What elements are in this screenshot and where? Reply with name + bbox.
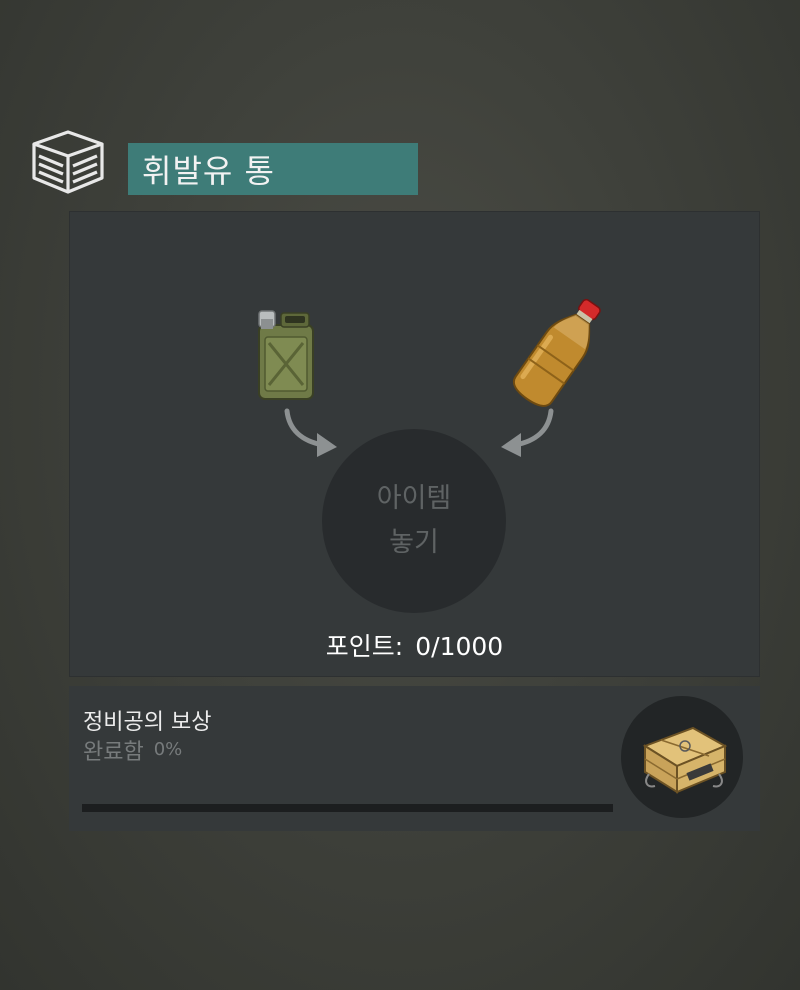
reward-item-slot[interactable] — [621, 696, 743, 818]
drop-label-line2: 놓기 — [389, 527, 439, 558]
reward-progress-bar — [82, 804, 613, 812]
points-label: 포인트: — [325, 632, 404, 661]
arrow-left-icon — [281, 407, 343, 459]
arrow-right-icon — [495, 407, 557, 459]
drop-item-slot[interactable]: 아이템 놓기 — [322, 429, 506, 613]
drop-label-line1: 아이템 — [376, 483, 452, 514]
storage-box-icon — [30, 128, 106, 196]
item-title: 휘발유 통 — [128, 143, 418, 195]
weapon-crate-icon — [635, 716, 731, 798]
reward-status: 완료함 0% — [83, 734, 182, 766]
jerrycan-icon[interactable] — [251, 307, 317, 403]
crafting-panel: 아이템 놓기 포인트: 0/1000 — [69, 211, 760, 677]
plastic-bottle-icon[interactable] — [499, 293, 619, 413]
points-display: 포인트: 0/1000 — [69, 627, 760, 663]
reward-panel: 정비공의 보상 완료함 0% — [69, 686, 760, 831]
points-value: 0/1000 — [415, 632, 504, 661]
reward-status-label: 완료함 — [83, 740, 144, 765]
reward-title: 정비공의 보상 — [83, 710, 212, 735]
reward-status-percent: 0% — [153, 739, 183, 760]
